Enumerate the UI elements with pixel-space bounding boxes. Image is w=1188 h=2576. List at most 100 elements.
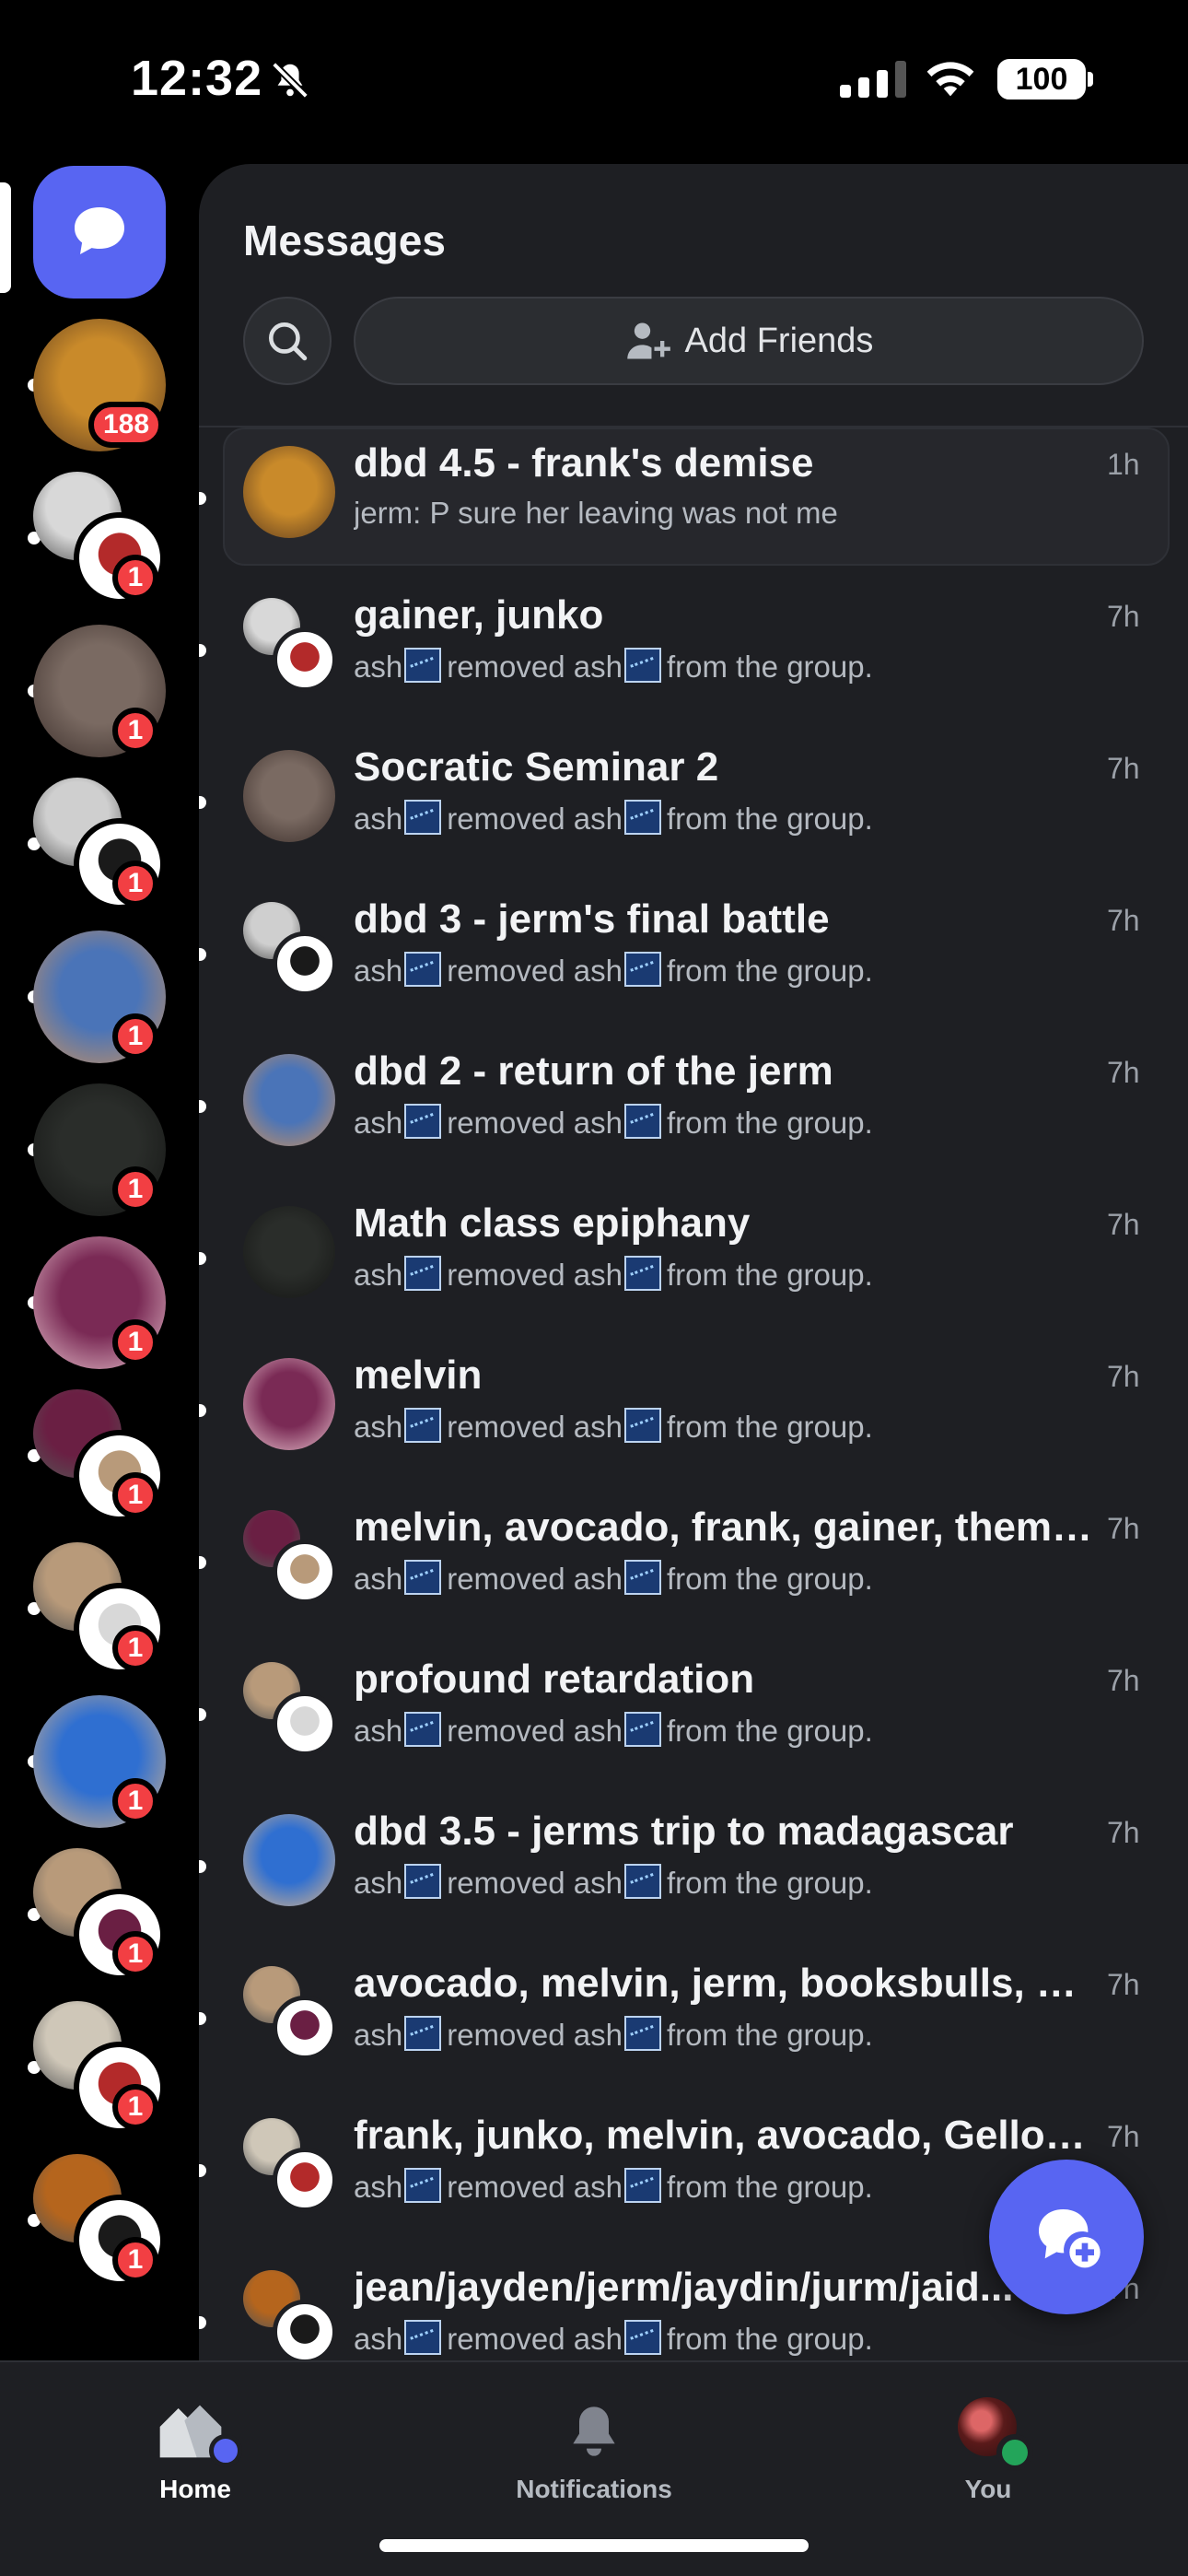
unread-dot bbox=[199, 2012, 206, 2025]
rail-dm-item[interactable]: 1 bbox=[28, 1542, 166, 1675]
rail-dm-item[interactable]: 1 bbox=[28, 2001, 166, 2134]
emoji-icon bbox=[623, 2320, 661, 2355]
conversation-avatar bbox=[243, 750, 335, 842]
conversation-avatar bbox=[243, 446, 335, 538]
conversation-avatar bbox=[243, 1054, 335, 1146]
unread-dot bbox=[199, 492, 206, 505]
online-status-dot bbox=[996, 2434, 1033, 2471]
new-message-button[interactable] bbox=[989, 2160, 1144, 2314]
emoji-icon bbox=[404, 2168, 442, 2203]
conversation-row[interactable]: gainer, junko ash removed ash from the grou… bbox=[199, 592, 1188, 736]
conversation-name: Math class epiphany bbox=[354, 1200, 751, 1246]
conversation-row[interactable]: dbd 3.5 - jerms trip to madagascar ash rem… bbox=[199, 1809, 1188, 1952]
conversation-row[interactable]: Math class epiphany ash removed ash from th… bbox=[199, 1200, 1188, 1344]
preview-author: ash bbox=[354, 2170, 403, 2204]
tab-notifications[interactable]: Notifications bbox=[465, 2395, 723, 2504]
avatar bbox=[243, 750, 335, 842]
unread-badge: 1 bbox=[112, 2084, 158, 2130]
rail-dm-item[interactable]: 1 bbox=[28, 931, 166, 1063]
conversation-name: melvin, avocado, frank, gainer, themu,..… bbox=[354, 1505, 1109, 1550]
emoji-icon bbox=[404, 952, 442, 987]
rail-dm-item[interactable]: 1 bbox=[28, 2154, 166, 2287]
message-preview: ash removed ash from the group. bbox=[354, 800, 1109, 837]
preview-action: removed ash bbox=[447, 1714, 623, 1748]
emoji-icon bbox=[404, 648, 442, 683]
conversation-row[interactable]: dbd 4.5 - frank's demise jerm: P sure her… bbox=[199, 427, 1188, 584]
timestamp: 1h bbox=[1107, 448, 1140, 481]
message-preview: ash removed ash from the group. bbox=[354, 1408, 1109, 1445]
preview-action: removed ash bbox=[447, 802, 623, 836]
rail-dm-item[interactable]: 1 bbox=[28, 1389, 166, 1522]
avatar bbox=[273, 627, 337, 692]
message-preview: ash removed ash from the group. bbox=[354, 1864, 1109, 1901]
avatar bbox=[273, 931, 337, 996]
emoji-icon bbox=[404, 1712, 442, 1747]
conversation-row[interactable]: Socratic Seminar 2 ash removed ash from the… bbox=[199, 744, 1188, 888]
avatar bbox=[273, 1996, 337, 2060]
unread-dot bbox=[199, 796, 206, 809]
unread-dot bbox=[199, 2316, 206, 2329]
timestamp: 7h bbox=[1107, 904, 1140, 937]
timestamp: 7h bbox=[1107, 1968, 1140, 2001]
rail-dm-item[interactable]: 1 bbox=[28, 1236, 166, 1369]
emoji-icon bbox=[404, 1408, 442, 1443]
conversation-name: Socratic Seminar 2 bbox=[354, 744, 719, 790]
emoji-icon bbox=[623, 800, 661, 835]
tab-you[interactable]: You bbox=[859, 2395, 1117, 2504]
emoji-icon bbox=[623, 1864, 661, 1899]
preview-action: removed ash bbox=[447, 2322, 623, 2356]
timestamp: 7h bbox=[1107, 1208, 1140, 1241]
rail-dm-item[interactable]: 1 bbox=[28, 1848, 166, 1981]
conversation-row[interactable]: dbd 2 - return of the jerm ash removed ash… bbox=[199, 1048, 1188, 1192]
timestamp: 7h bbox=[1107, 752, 1140, 785]
emoji-icon bbox=[404, 1864, 442, 1899]
unread-badge: 1 bbox=[112, 1931, 158, 1977]
rail-dm-item[interactable]: 188 bbox=[28, 319, 166, 451]
message-preview: ash removed ash from the group. bbox=[354, 2320, 1109, 2357]
unread-badge: 1 bbox=[112, 1625, 158, 1671]
conversation-avatar bbox=[243, 2118, 337, 2212]
bell-icon bbox=[573, 2406, 615, 2456]
preview-action: removed ash bbox=[447, 954, 623, 988]
rail-dm-item[interactable]: 1 bbox=[28, 625, 166, 757]
conversation-row[interactable]: dbd 3 - jerm's final battle ash removed as… bbox=[199, 896, 1188, 1040]
preview-suffix: from the group. bbox=[666, 1562, 873, 1596]
tab-home[interactable]: Home bbox=[66, 2395, 324, 2504]
unread-dot bbox=[199, 644, 206, 657]
search-icon bbox=[269, 322, 308, 361]
preview-suffix: from the group. bbox=[666, 954, 873, 988]
conversation-row[interactable]: avocado, melvin, jerm, booksbulls, mig..… bbox=[199, 1961, 1188, 2104]
message-preview: ash removed ash from the group. bbox=[354, 1104, 1109, 1141]
preview-suffix: from the group. bbox=[666, 1410, 873, 1444]
emoji-icon bbox=[623, 1256, 661, 1291]
direct-messages-button[interactable] bbox=[33, 166, 166, 299]
conversation-avatar bbox=[243, 1966, 337, 2060]
conversation-name: dbd 3 - jerm's final battle bbox=[354, 896, 830, 942]
search-button[interactable] bbox=[243, 297, 332, 385]
rail-dm-item[interactable]: 1 bbox=[28, 1083, 166, 1216]
preview-action: removed ash bbox=[447, 650, 623, 684]
conversation-row[interactable]: melvin ash removed ash from the group. 7h bbox=[199, 1352, 1188, 1496]
conversation-row[interactable]: profound retardation ash removed ash from t… bbox=[199, 1657, 1188, 1800]
unread-dot bbox=[199, 1252, 206, 1265]
preview-action: removed ash bbox=[447, 2018, 623, 2052]
conversation-avatar bbox=[243, 1662, 337, 1756]
preview-suffix: from the group. bbox=[666, 2322, 873, 2356]
preview-action: removed ash bbox=[447, 1410, 623, 1444]
conversation-avatar bbox=[243, 1206, 335, 1298]
conversation-avatar bbox=[243, 1358, 335, 1450]
rail-dm-item[interactable]: 1 bbox=[28, 472, 166, 604]
conversation-name: jean/jayden/jerm/jaydin/jurm/jaid... bbox=[354, 2265, 1014, 2310]
selected-indicator bbox=[0, 182, 11, 293]
rail-dm-item[interactable]: 1 bbox=[28, 1695, 166, 1828]
timestamp: 7h bbox=[1107, 1056, 1140, 1089]
preview-suffix: from the group. bbox=[666, 2170, 873, 2204]
conversation-row[interactable]: melvin, avocado, frank, gainer, themu,..… bbox=[199, 1505, 1188, 1648]
messages-panel: Messages Add Friends dbd 4.5 - frank's d… bbox=[199, 164, 1188, 2360]
rail-dm-item[interactable]: 1 bbox=[28, 778, 166, 910]
tab-you-label: You bbox=[964, 2475, 1012, 2503]
unread-dot bbox=[199, 1556, 206, 1569]
add-friends-button[interactable]: Add Friends bbox=[354, 297, 1144, 385]
emoji-icon bbox=[623, 1712, 661, 1747]
preview-author: ash bbox=[354, 1410, 403, 1444]
